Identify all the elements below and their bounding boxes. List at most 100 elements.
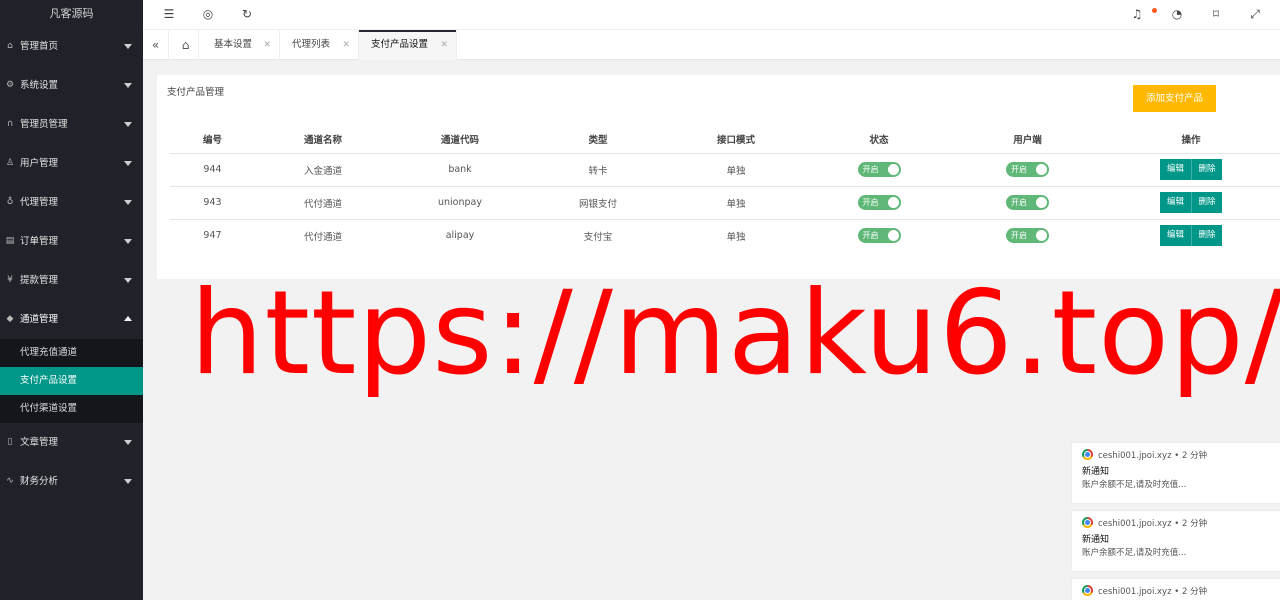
notification-source: ceshi001.jpoi.xyz xyxy=(1098,519,1172,529)
client-toggle[interactable]: 开启 xyxy=(1006,195,1049,210)
tag-icon[interactable]: ⌑ xyxy=(1208,6,1224,22)
tab-basic-settings[interactable]: 基本设置 ✕ xyxy=(202,30,280,60)
close-icon[interactable]: ✕ xyxy=(440,30,448,60)
sidebar-item-flask[interactable]: ♁ 代理管理 xyxy=(0,183,143,222)
card-title: 支付产品管理 xyxy=(167,87,225,98)
sidebar-item-list[interactable]: ▤ 订单管理 xyxy=(0,222,143,261)
tabs-scroll-left-icon[interactable]: « xyxy=(143,30,169,60)
chevron-down-icon xyxy=(124,44,132,49)
notification-toast[interactable]: ceshi001.jpoi.xyz • 2 分钟 xyxy=(1072,579,1280,600)
sidebar-item-user[interactable]: ♙ 用户管理 xyxy=(0,144,143,183)
cell-type: 转卡 xyxy=(529,153,667,187)
fullscreen-icon[interactable]: ⤢ xyxy=(1247,6,1263,22)
sidebar-item-label: 代理管理 xyxy=(20,197,59,208)
sidebar-item-label: 用户管理 xyxy=(20,158,59,169)
toggle-knob xyxy=(1036,197,1047,208)
column-header: 用户端 xyxy=(953,126,1102,154)
sidebar-subitem-payment-products[interactable]: 支付产品设置 xyxy=(0,367,143,395)
globe-icon[interactable]: ◎ xyxy=(200,6,216,22)
sidebar-item-pulse[interactable]: ∿ 财务分析 xyxy=(0,462,143,501)
add-payment-product-button[interactable]: 添加支付产品 xyxy=(1133,85,1216,112)
flask-icon: ♁ xyxy=(6,197,14,207)
close-icon[interactable]: ✕ xyxy=(342,30,350,60)
sidebar-item-label: 系统设置 xyxy=(20,80,59,91)
top-header: ☰ ◎ ↻ ♫ ◔ ⌑ ⤢ xyxy=(143,0,1280,29)
refresh-icon[interactable]: ↻ xyxy=(239,6,255,22)
cell-type: 支付宝 xyxy=(583,231,613,243)
gear-icon: ⚙ xyxy=(5,80,15,90)
column-header: 操作 xyxy=(1102,126,1280,154)
notification-toast[interactable]: ceshi001.jpoi.xyz • 2 分钟 新通知 账户余额不足,请及时充值.… xyxy=(1072,511,1280,571)
menu-fold-icon[interactable]: ☰ xyxy=(161,6,177,22)
chrome-icon xyxy=(1082,517,1093,528)
toggle-knob xyxy=(887,230,899,242)
sidebar-subitem-agent-recharge[interactable]: 代理充值通道 xyxy=(0,339,143,367)
home-tab-icon[interactable]: ⌂ xyxy=(173,30,199,60)
client-toggle[interactable]: 开启 xyxy=(1006,162,1049,177)
cell-actions: 编辑 删除 xyxy=(1102,153,1280,187)
tab-agent-list[interactable]: 代理列表 ✕ xyxy=(280,30,359,60)
separator-dot: • xyxy=(1171,519,1182,529)
table-row: 944 入金通道 bank 转卡 单独 开启 开启 编辑 删除 xyxy=(170,153,1280,187)
toggle-knob xyxy=(887,197,899,208)
notification-toast[interactable]: ceshi001.jpoi.xyz • 2 分钟 新通知 账户余额不足,请及时充值.… xyxy=(1072,443,1280,503)
sidebar-item-diamond[interactable]: ◆ 通道管理 xyxy=(0,300,143,339)
sidebar-item-label: 订单管理 xyxy=(20,236,59,247)
delete-button[interactable]: 删除 xyxy=(1191,192,1222,213)
sidebar-item-document[interactable]: ▯ 文章管理 xyxy=(0,423,143,462)
cell-client: 开启 xyxy=(953,219,1102,252)
delete-button[interactable]: 删除 xyxy=(1191,159,1222,180)
chevron-down-icon xyxy=(124,122,132,127)
sidebar-item-gear[interactable]: ⚙ 系统设置 xyxy=(0,66,143,105)
separator-dot: • xyxy=(1171,587,1182,597)
sidebar-subitem-payout-channels[interactable]: 代付渠道设置 xyxy=(0,395,143,423)
notification-body: 账户余额不足,请及时充值... xyxy=(1082,480,1187,490)
edit-button[interactable]: 编辑 xyxy=(1160,159,1191,180)
cell-code: unionpay xyxy=(391,186,529,220)
status-toggle[interactable]: 开启 xyxy=(857,162,901,177)
sidebar-item-headset[interactable]: ∩ 管理员管理 xyxy=(0,105,143,144)
cell-id: 944 xyxy=(170,153,255,187)
notification-header: ceshi001.jpoi.xyz • 2 分钟 xyxy=(1082,517,1270,531)
cell-actions: 编辑 删除 xyxy=(1102,186,1280,220)
cell-id: 943 xyxy=(170,186,255,220)
client-toggle[interactable]: 开启 xyxy=(1006,228,1049,244)
theme-icon[interactable]: ◔ xyxy=(1169,6,1185,22)
status-toggle[interactable]: 开启 xyxy=(857,228,901,244)
column-header: 接口模式 xyxy=(667,126,805,154)
cell-client: 开启 xyxy=(953,186,1102,220)
cell-name: 代付通道 xyxy=(255,186,391,220)
chevron-down-icon xyxy=(124,200,132,205)
pulse-icon: ∿ xyxy=(6,476,14,486)
close-icon[interactable]: ✕ xyxy=(263,30,271,60)
edit-button[interactable]: 编辑 xyxy=(1160,192,1191,213)
cell-code: alipay xyxy=(445,230,475,242)
sidebar-item-home[interactable]: ⌂ 管理首页 xyxy=(0,27,143,66)
sidebar-item-yen[interactable]: ¥ 提款管理 xyxy=(0,261,143,300)
edit-button[interactable]: 编辑 xyxy=(1160,225,1191,247)
delete-button[interactable]: 删除 xyxy=(1191,225,1222,247)
notification-time: 2 分钟 xyxy=(1181,451,1208,461)
column-header: 通道名称 xyxy=(255,126,391,154)
bell-icon[interactable]: ♫ xyxy=(1129,6,1145,22)
chevron-down-icon xyxy=(124,479,132,484)
sidebar-item-label: 管理首页 xyxy=(20,41,59,52)
sidebar-item-label: 财务分析 xyxy=(20,476,59,487)
toggle-label: 开启 xyxy=(1011,231,1027,241)
notification-time: 2 分钟 xyxy=(1181,519,1208,529)
cell-status: 开启 xyxy=(805,219,953,252)
cell-name: 入金通道 xyxy=(255,153,391,187)
status-toggle[interactable]: 开启 xyxy=(857,195,901,210)
sidebar-item-label: 提款管理 xyxy=(20,275,59,286)
tab-label: 代理列表 xyxy=(292,39,331,50)
tab-payment-products[interactable]: 支付产品设置 ✕ xyxy=(359,30,457,60)
cell-mode: 单独 xyxy=(667,153,805,187)
toggle-label: 开启 xyxy=(862,165,879,174)
headset-icon: ∩ xyxy=(6,119,14,129)
cell-name: 代付通道 xyxy=(303,231,342,243)
notification-source: ceshi001.jpoi.xyz xyxy=(1098,451,1172,461)
cell-actions: 编辑 删除 xyxy=(1102,219,1280,252)
tab-label: 基本设置 xyxy=(214,39,253,50)
toggle-knob xyxy=(1036,164,1047,175)
cell-mode: 单独 xyxy=(726,231,746,243)
